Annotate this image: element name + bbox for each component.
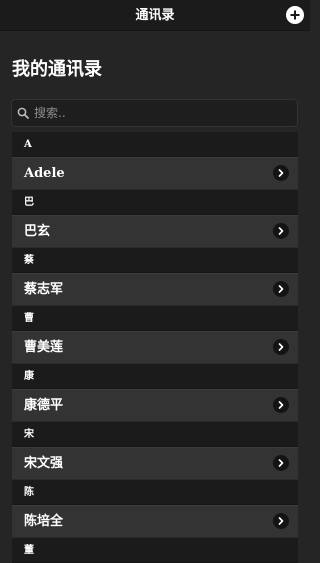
- chevron-right-icon: [273, 165, 289, 181]
- list-divider: 陈: [12, 480, 298, 505]
- contact-name: 宋文强: [24, 456, 64, 471]
- search-box[interactable]: [11, 99, 298, 127]
- plus-circle-icon: [290, 10, 300, 20]
- add-contact-button[interactable]: [286, 6, 304, 24]
- chevron-right-icon: [273, 223, 289, 239]
- list-divider: 巴: [12, 190, 298, 215]
- contact-name: 蔡志军: [24, 282, 64, 297]
- contact-row[interactable]: Adele: [12, 157, 298, 190]
- list-divider: 康: [12, 364, 298, 389]
- contact-row[interactable]: 宋文强: [12, 447, 298, 480]
- list-divider: 董: [12, 538, 298, 563]
- chevron-right-icon: [273, 339, 289, 355]
- contact-name: 曹美莲: [24, 340, 64, 355]
- contact-name: 康德平: [24, 398, 64, 413]
- search-icon: [17, 107, 29, 119]
- chevron-right-icon: [273, 397, 289, 413]
- chevron-right-icon: [273, 281, 289, 297]
- contact-row[interactable]: 蔡志军: [12, 273, 298, 306]
- contact-row[interactable]: 陈培全: [12, 505, 298, 538]
- chevron-right-icon: [273, 455, 289, 471]
- search-input[interactable]: [34, 100, 284, 126]
- contact-name: 陈培全: [24, 514, 64, 529]
- contact-row[interactable]: 康德平: [12, 389, 298, 422]
- contact-row[interactable]: 巴玄: [12, 215, 298, 248]
- contact-list: A Adele 巴巴玄蔡蔡志军曹曹美莲康康德平宋宋文强陈陈培全董: [12, 132, 298, 563]
- list-divider: 宋: [12, 422, 298, 447]
- page-title: 我的通讯录: [12, 59, 102, 80]
- header-title: 通讯录: [135, 8, 175, 23]
- header-bar: 通讯录: [0, 0, 310, 31]
- contact-name: 巴玄: [24, 224, 51, 239]
- list-divider: 曹: [12, 306, 298, 331]
- list-divider: A: [12, 132, 298, 157]
- chevron-right-icon: [273, 513, 289, 529]
- list-divider: 蔡: [12, 248, 298, 273]
- contact-row[interactable]: 曹美莲: [12, 331, 298, 364]
- contact-name: Adele: [24, 166, 65, 181]
